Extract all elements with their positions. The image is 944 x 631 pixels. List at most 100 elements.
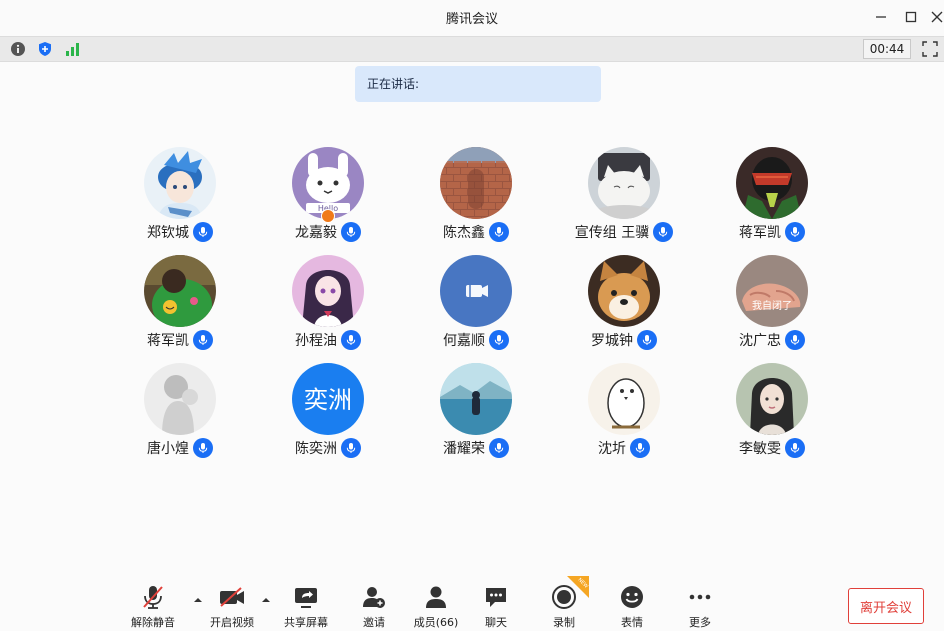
microphone-icon — [653, 222, 674, 242]
participant-name-row: 陈奕洲 — [254, 437, 402, 459]
record-label: 录制 — [553, 616, 575, 629]
avatar — [144, 255, 216, 327]
avatar — [440, 255, 512, 327]
security-shield-icon[interactable] — [37, 41, 53, 57]
start-video-button[interactable]: 开启视频 — [202, 576, 262, 629]
unmute-label: 解除静音 — [131, 616, 175, 629]
participant-name: 沈圻 — [598, 441, 626, 457]
smiley-icon — [619, 584, 645, 610]
participant-tile[interactable]: 蒋军凯 — [106, 255, 254, 355]
add-user-icon — [361, 584, 387, 610]
participant-tile[interactable]: 李敏雯 — [698, 363, 846, 463]
participant-tile[interactable]: 郑钦城 — [106, 147, 254, 247]
maximize-icon — [905, 11, 917, 23]
video-options-caret-icon[interactable] — [261, 595, 271, 605]
share-screen-button[interactable]: 共享屏幕 — [276, 576, 336, 629]
participant-tile[interactable]: 唐小煌 — [106, 363, 254, 463]
chat-icon — [483, 584, 509, 610]
microphone-muted-icon — [140, 584, 166, 610]
members-label: 成员(66) — [413, 616, 459, 629]
participant-name: 罗城钟 — [591, 333, 633, 349]
microphone-icon — [785, 222, 805, 242]
participant-name: 唐小煌 — [147, 441, 189, 457]
participant-name-row: 沈圻 — [550, 437, 698, 459]
participant-name-row: 罗城钟 — [550, 329, 698, 351]
avatar — [144, 363, 216, 435]
participant-name: 陈奕洲 — [295, 441, 337, 457]
info-icon[interactable] — [10, 41, 26, 57]
record-icon: NEW — [551, 576, 589, 610]
active-speaker-banner: 正在讲话: — [355, 66, 601, 102]
fullscreen-icon[interactable] — [922, 41, 938, 57]
participant-name-row: 潘耀荣 — [402, 437, 550, 459]
participant-tile[interactable]: 沈圻 — [550, 363, 698, 463]
signal-strength-icon[interactable] — [65, 41, 81, 57]
close-icon — [931, 11, 943, 23]
microphone-icon — [193, 222, 213, 242]
participant-tile[interactable]: 潘耀荣 — [402, 363, 550, 463]
members-button[interactable]: 成员(66) — [406, 576, 466, 629]
participant-name-row: 沈广忠 — [698, 329, 846, 351]
microphone-icon — [785, 330, 805, 350]
reactions-button[interactable]: 表情 — [602, 576, 662, 629]
chat-label: 聊天 — [485, 616, 507, 629]
meeting-info-bar: 00:44 — [0, 36, 944, 62]
participant-tile[interactable]: 宣传组 王骥 — [550, 147, 698, 247]
title-bar: 腾讯会议 — [0, 0, 944, 36]
participant-name-row: 孙程油 — [254, 329, 402, 351]
participant-name-row: 唐小煌 — [106, 437, 254, 459]
avatar — [588, 255, 660, 327]
avatar: 奕洲 — [292, 363, 364, 435]
avatar — [144, 147, 216, 219]
avatar — [588, 363, 660, 435]
microphone-icon — [785, 438, 805, 458]
participant-name: 蒋军凯 — [739, 225, 781, 241]
chat-button[interactable]: 聊天 — [466, 576, 526, 629]
avatar-initials: 奕洲 — [304, 386, 352, 414]
participant-tile[interactable]: 我自闭了沈广忠 — [698, 255, 846, 355]
avatar — [440, 363, 512, 435]
invite-button[interactable]: 邀请 — [344, 576, 404, 629]
avatar — [588, 147, 660, 219]
participant-name: 何嘉顺 — [443, 333, 485, 349]
start-video-label: 开启视频 — [210, 616, 254, 629]
minimize-button[interactable] — [869, 6, 893, 28]
microphone-icon — [489, 438, 509, 458]
participant-tile[interactable]: 何嘉顺 — [402, 255, 550, 355]
more-button[interactable]: 更多 — [670, 576, 730, 629]
share-screen-label: 共享屏幕 — [284, 616, 328, 629]
microphone-icon — [637, 330, 657, 350]
participant-name: 蒋军凯 — [147, 333, 189, 349]
avatar — [736, 363, 808, 435]
participant-name-row: 郑钦城 — [106, 221, 254, 243]
participant-tile[interactable]: 蒋军凯 — [698, 147, 846, 247]
participant-tile[interactable]: 罗城钟 — [550, 255, 698, 355]
avatar — [292, 255, 364, 327]
share-screen-icon — [293, 584, 319, 610]
invite-label: 邀请 — [363, 616, 385, 629]
maximize-button[interactable] — [899, 6, 923, 28]
window-title: 腾讯会议 — [445, 12, 498, 27]
minimize-icon — [876, 16, 886, 18]
avatar — [440, 147, 512, 219]
participant-name: 宣传组 王骥 — [574, 225, 650, 241]
participant-name: 郑钦城 — [147, 225, 189, 241]
participant-tile[interactable]: Hello龙嘉毅 — [254, 147, 402, 247]
microphone-icon — [341, 330, 361, 350]
participant-tile[interactable]: 奕洲陈奕洲 — [254, 363, 402, 463]
participant-name: 沈广忠 — [739, 333, 781, 349]
meeting-timer: 00:44 — [863, 39, 911, 59]
meeting-toolbar: 解除静音 开启视频 共享屏幕 邀请 成员(66) 聊天 NEW 录制 表情 更多 — [0, 576, 944, 631]
microphone-icon — [193, 330, 213, 350]
participant-tile[interactable]: 陈杰鑫 — [402, 147, 550, 247]
participant-name-row: 李敏雯 — [698, 437, 846, 459]
close-button[interactable] — [925, 6, 944, 28]
more-label: 更多 — [689, 616, 711, 629]
unmute-button[interactable]: 解除静音 — [123, 576, 183, 629]
avatar-overlay-text: 我自闭了 — [752, 299, 792, 312]
leave-meeting-button[interactable]: 离开会议 — [848, 588, 924, 624]
microphone-icon — [193, 438, 213, 458]
participant-name-row: 龙嘉毅 — [254, 221, 402, 243]
record-button[interactable]: NEW 录制 — [534, 576, 594, 629]
participant-tile[interactable]: 孙程油 — [254, 255, 402, 355]
